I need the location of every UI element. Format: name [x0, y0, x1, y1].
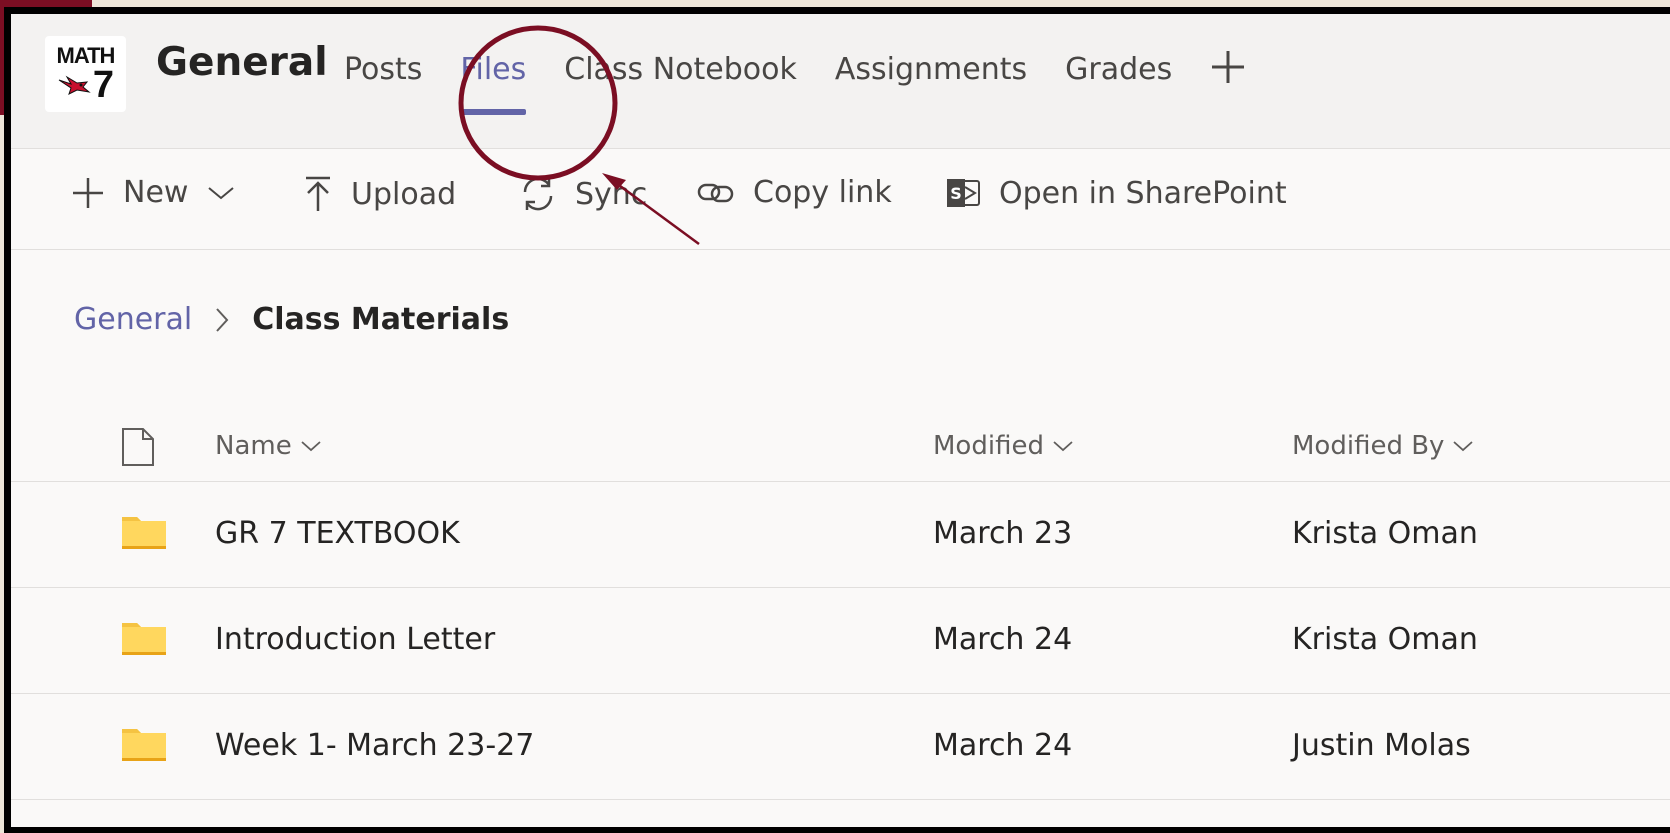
svg-text:S: S	[950, 184, 962, 203]
plus-icon	[1212, 50, 1245, 83]
channel-title: General	[156, 40, 328, 85]
copy-link-label: Copy link	[753, 175, 892, 210]
upload-button-label: Upload	[351, 176, 457, 212]
sync-icon	[523, 177, 553, 211]
tab-assignments[interactable]: Assignments	[835, 52, 1027, 87]
file-modified-by: Krista Oman	[1292, 516, 1478, 551]
table-row[interactable]: Week 1- March 23-27 March 24 Justin Mola…	[11, 694, 1670, 800]
file-name[interactable]: Introduction Letter	[215, 622, 495, 657]
upload-button[interactable]: Upload	[303, 175, 456, 213]
column-header-modified-by-label: Modified By	[1292, 431, 1445, 461]
open-in-sharepoint-label: Open in SharePoint	[999, 175, 1287, 211]
add-tab-button[interactable]	[1210, 49, 1246, 87]
file-modified: March 24	[933, 622, 1073, 657]
new-button[interactable]: New	[71, 175, 236, 210]
file-modified: March 23	[933, 516, 1073, 551]
tab-files[interactable]: Files	[460, 52, 526, 115]
breadcrumb-root[interactable]: General	[74, 302, 192, 337]
file-name[interactable]: Week 1- March 23-27	[215, 728, 534, 763]
column-header-name-label: Name	[215, 431, 292, 461]
open-in-sharepoint-button[interactable]: S Open in SharePoint	[945, 175, 1287, 211]
table-row[interactable]: GR 7 TEXTBOOK March 23 Krista Oman	[11, 482, 1670, 588]
folder-icon	[122, 729, 166, 761]
chevron-down-icon	[1053, 441, 1073, 452]
sync-button[interactable]: Sync	[519, 175, 647, 213]
teams-window: MATH 7 General Posts Files Class Noteboo…	[11, 14, 1670, 827]
file-list: Name Modified Modified By GR 7 TEXTBOOK …	[11, 409, 1670, 800]
breadcrumb-current: Class Materials	[252, 302, 510, 337]
cardinal-bird-icon	[58, 75, 91, 95]
column-header-modified-by[interactable]: Modified By	[1292, 431, 1474, 461]
channel-tabs: Posts Files Class Notebook Assignments G…	[344, 49, 1246, 115]
team-logo-row: 7	[57, 64, 115, 106]
folder-icon	[122, 623, 166, 655]
files-toolbar: New Upload Sync Copy link S Open in Shar…	[11, 149, 1670, 250]
folder-icon	[122, 517, 166, 549]
sync-button-label: Sync	[575, 176, 648, 212]
channel-header: MATH 7 General Posts Files Class Noteboo…	[11, 14, 1670, 149]
file-name[interactable]: GR 7 TEXTBOOK	[215, 516, 460, 551]
sharepoint-icon: S	[947, 179, 980, 207]
copy-link-button[interactable]: Copy link	[697, 175, 892, 210]
file-modified: March 24	[933, 728, 1073, 763]
column-header-name[interactable]: Name	[215, 431, 322, 461]
file-modified-by: Justin Molas	[1292, 728, 1471, 763]
new-button-label: New	[123, 175, 189, 210]
breadcrumb: General Class Materials	[74, 302, 509, 337]
plus-icon	[73, 177, 103, 208]
tab-class-notebook[interactable]: Class Notebook	[564, 52, 797, 87]
table-row[interactable]: Introduction Letter March 24 Krista Oman	[11, 588, 1670, 694]
tab-posts[interactable]: Posts	[344, 52, 422, 87]
file-modified-by: Krista Oman	[1292, 622, 1478, 657]
team-logo[interactable]: MATH 7	[45, 36, 126, 112]
file-icon	[122, 428, 154, 466]
link-icon	[697, 183, 734, 202]
column-header-modified[interactable]: Modified	[933, 431, 1074, 461]
file-list-header: Name Modified Modified By	[11, 409, 1670, 482]
chevron-down-icon	[1453, 441, 1474, 452]
chevron-down-icon	[208, 186, 235, 199]
column-header-modified-label: Modified	[933, 431, 1044, 461]
chevron-down-icon	[301, 441, 321, 452]
upload-icon	[306, 176, 330, 211]
tab-grades[interactable]: Grades	[1065, 52, 1172, 87]
team-logo-number: 7	[92, 64, 115, 106]
chevron-right-icon	[216, 307, 229, 332]
